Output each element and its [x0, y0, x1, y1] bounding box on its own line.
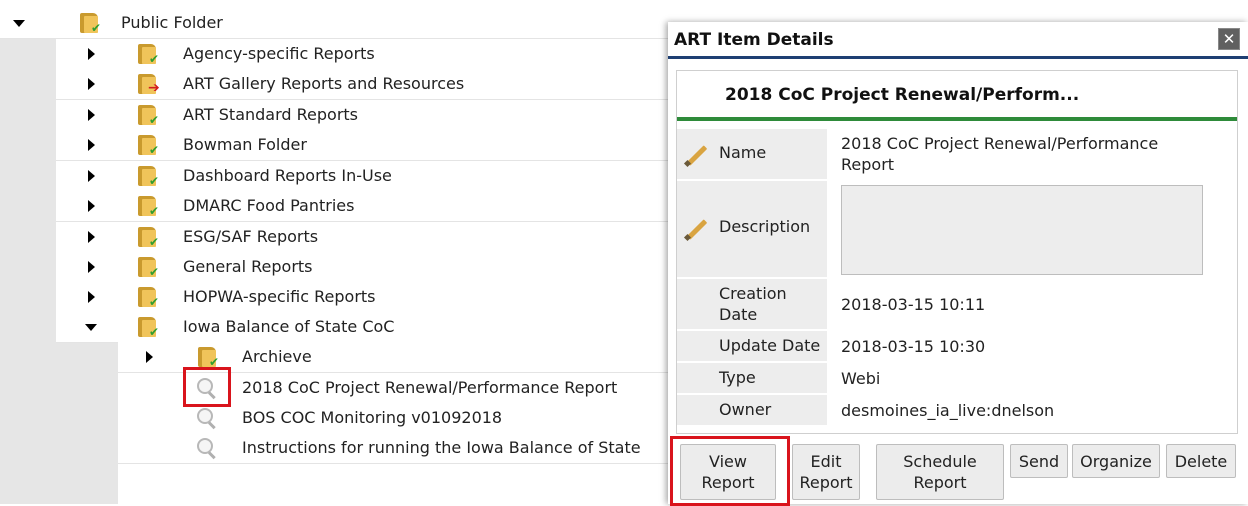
- expand-toggle[interactable]: [84, 130, 98, 160]
- property-row-creation-date: Creation Date 2018-03-15 10:11: [677, 279, 1237, 329]
- property-value: Webi: [841, 369, 881, 388]
- tree-item-label: Bowman Folder: [183, 135, 307, 154]
- item-details-card: 2018 CoC Project Renewal/Perform... Name…: [676, 70, 1238, 434]
- tree-item-label: Archieve: [242, 347, 312, 366]
- property-label: Update Date: [719, 336, 821, 355]
- edit-pencil-icon[interactable]: [683, 141, 711, 169]
- tree-item-label: General Reports: [183, 257, 313, 276]
- tree-row-folder[interactable]: ✔ ESG/SAF Reports: [56, 222, 670, 253]
- expand-toggle[interactable]: [84, 191, 98, 221]
- property-row-name: Name 2018 CoC Project Renewal/Performanc…: [677, 129, 1237, 179]
- tree-item-label: Instructions for running the Iowa Balanc…: [242, 438, 641, 457]
- collapse-toggle[interactable]: [12, 8, 26, 38]
- tree-item-label: Public Folder: [121, 13, 223, 32]
- tree-row-folder[interactable]: ✔ ART Standard Reports: [56, 100, 670, 131]
- tree-item-label: HOPWA-specific Reports: [183, 287, 376, 306]
- expand-toggle[interactable]: [84, 161, 98, 191]
- tree-indent-gutter: [56, 342, 118, 504]
- property-label: Name: [719, 143, 767, 162]
- folder-icon: ✔: [136, 254, 162, 280]
- tree-item-label: Dashboard Reports In-Use: [183, 166, 392, 185]
- tree-row-folder[interactable]: ✔ Dashboard Reports In-Use: [56, 161, 670, 192]
- tree-item-label: ART Standard Reports: [183, 105, 359, 124]
- tree-item-label: Iowa Balance of State CoC: [183, 317, 395, 336]
- property-row-owner: Owner desmoines_ia_live:dnelson: [677, 395, 1237, 425]
- edit-report-button[interactable]: Edit Report: [792, 444, 860, 500]
- report-magnifier-icon: [194, 406, 218, 430]
- card-header-rule: [677, 117, 1237, 121]
- folder-tree: ✔ Public Folder ✔ Agency-specific Report…: [0, 0, 670, 504]
- edit-pencil-icon[interactable]: [683, 215, 711, 243]
- description-textarea[interactable]: [841, 185, 1203, 275]
- tree-item-label: Agency-specific Reports: [183, 44, 375, 63]
- highlight-box: [670, 436, 790, 506]
- tree-row-report[interactable]: Instructions for running the Iowa Balanc…: [118, 433, 670, 464]
- tree-row-folder[interactable]: ✔ DMARC Food Pantries: [56, 191, 670, 222]
- tree-item-label: 2018 CoC Project Renewal/Performance Rep…: [242, 378, 618, 397]
- property-value: 2018-03-15 10:30: [841, 337, 986, 356]
- expand-toggle[interactable]: [84, 282, 98, 312]
- delete-button[interactable]: Delete: [1166, 444, 1236, 478]
- property-row-type: Type Webi: [677, 363, 1237, 393]
- folder-icon: ✔: [136, 224, 162, 250]
- folder-icon: ✔: [136, 163, 162, 189]
- expand-toggle[interactable]: [84, 69, 98, 99]
- highlight-box: [183, 367, 231, 407]
- tree-row-folder[interactable]: ✔ Iowa Balance of State CoC: [56, 312, 670, 343]
- send-button[interactable]: Send: [1010, 444, 1068, 478]
- item-title: 2018 CoC Project Renewal/Perform...: [725, 85, 1080, 105]
- close-icon[interactable]: ✕: [1218, 28, 1240, 50]
- property-value: 2018 CoC Project Renewal/Performance Rep…: [841, 134, 1159, 174]
- collapse-toggle[interactable]: [84, 312, 98, 342]
- art-item-details-dialog: ART Item Details ✕ 2018 CoC Project Rene…: [668, 22, 1248, 506]
- report-magnifier-icon: [194, 436, 218, 460]
- organize-button[interactable]: Organize: [1072, 444, 1160, 478]
- tree-item-label: ART Gallery Reports and Resources: [183, 74, 465, 93]
- folder-shortcut-icon: ➔: [136, 71, 162, 97]
- tree-row-folder[interactable]: ✔ Bowman Folder: [56, 130, 670, 161]
- property-label: Creation Date: [719, 284, 787, 324]
- expand-toggle[interactable]: [84, 39, 98, 69]
- tree-row-folder[interactable]: ✔ Agency-specific Reports: [56, 39, 670, 70]
- expand-toggle[interactable]: [142, 342, 156, 372]
- property-row-update-date: Update Date 2018-03-15 10:30: [677, 331, 1237, 361]
- expand-toggle[interactable]: [84, 252, 98, 282]
- folder-icon: ✔: [136, 132, 162, 158]
- schedule-report-button[interactable]: Schedule Report: [876, 444, 1004, 500]
- dialog-header-rule: [668, 56, 1248, 59]
- tree-item-label: BOS COC Monitoring v01092018: [242, 408, 503, 427]
- tree-item-label: ESG/SAF Reports: [183, 227, 319, 246]
- tree-row-report[interactable]: BOS COC Monitoring v01092018: [118, 403, 670, 434]
- dialog-title: ART Item Details: [674, 30, 834, 50]
- folder-icon: ✔: [136, 314, 162, 340]
- property-label: Type: [719, 368, 756, 387]
- expand-toggle[interactable]: [84, 222, 98, 252]
- folder-icon: ✔: [136, 41, 162, 67]
- folder-icon: ✔: [136, 102, 162, 128]
- tree-indent-gutter: [0, 38, 56, 504]
- property-value: 2018-03-15 10:11: [841, 295, 986, 314]
- folder-icon: ✔: [136, 193, 162, 219]
- tree-row-public-folder[interactable]: ✔ Public Folder: [0, 8, 670, 39]
- property-label: Owner: [719, 400, 772, 419]
- tree-item-label: DMARC Food Pantries: [183, 196, 355, 215]
- tree-row-folder[interactable]: ➔ ART Gallery Reports and Resources: [56, 69, 670, 100]
- property-row-description: Description: [677, 181, 1237, 277]
- property-label: Description: [719, 217, 811, 236]
- tree-row-folder[interactable]: ✔ General Reports: [56, 252, 670, 283]
- tree-row-folder[interactable]: ✔ HOPWA-specific Reports: [56, 282, 670, 313]
- expand-toggle[interactable]: [84, 100, 98, 130]
- folder-icon: ✔: [78, 10, 104, 36]
- folder-icon: ✔: [136, 284, 162, 310]
- property-value: desmoines_ia_live:dnelson: [841, 401, 1055, 420]
